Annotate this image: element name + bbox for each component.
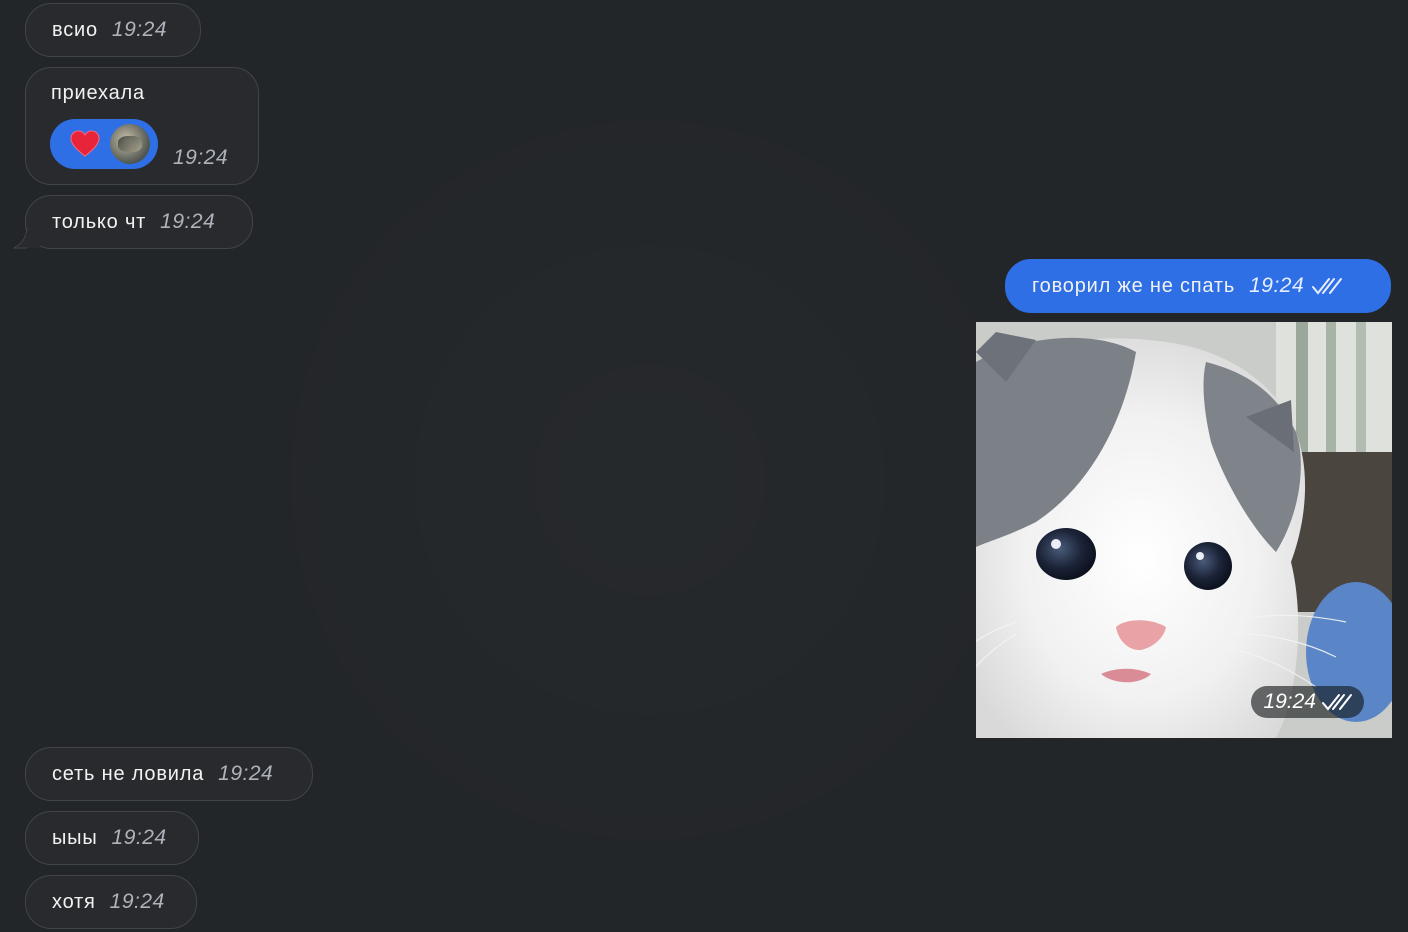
message-time: 19:24 xyxy=(218,762,274,785)
message-text: ыыы xyxy=(52,826,98,849)
message-time: 19:24 xyxy=(111,18,167,41)
reaction-badge[interactable] xyxy=(50,119,158,169)
message-incoming[interactable]: сеть не ловила 19:24 xyxy=(25,747,313,801)
message-text: приехала xyxy=(51,82,145,104)
double-check-icon xyxy=(1322,694,1352,711)
message-incoming[interactable]: приехала 19:24 xyxy=(25,67,259,185)
message-text: говорил же не спать xyxy=(1032,274,1236,297)
avatar xyxy=(110,124,150,164)
message-time: 19:24 xyxy=(109,890,165,913)
heart-icon xyxy=(70,130,100,157)
double-check-icon xyxy=(1312,278,1343,295)
bubble-tail xyxy=(13,228,40,249)
message-text: только чт xyxy=(52,210,147,233)
message-time: 19:24 xyxy=(1249,274,1305,297)
message-text: сеть не ловила xyxy=(52,762,205,785)
kitten-image xyxy=(976,322,1392,738)
message-time: 19:24 xyxy=(160,210,216,233)
photo-time-badge: 19:24 xyxy=(1251,686,1364,718)
message-incoming[interactable]: ыыы 19:24 xyxy=(25,811,199,865)
message-text: всио xyxy=(52,18,98,41)
message-time: 19:24 xyxy=(1263,690,1316,713)
message-time: 19:24 xyxy=(111,826,167,849)
message-incoming[interactable]: только чт 19:24 xyxy=(25,195,253,249)
message-photo[interactable]: 19:24 xyxy=(976,322,1392,738)
chat-area: всио 19:24 приехала 19:24 только чт 19:2… xyxy=(0,0,1408,932)
message-text: хотя xyxy=(52,890,96,913)
message-incoming[interactable]: хотя 19:24 xyxy=(25,875,197,929)
message-outgoing[interactable]: говорил же не спать 19:24 xyxy=(1005,259,1391,313)
message-incoming[interactable]: всио 19:24 xyxy=(25,3,201,57)
message-time: 19:24 xyxy=(173,146,229,169)
